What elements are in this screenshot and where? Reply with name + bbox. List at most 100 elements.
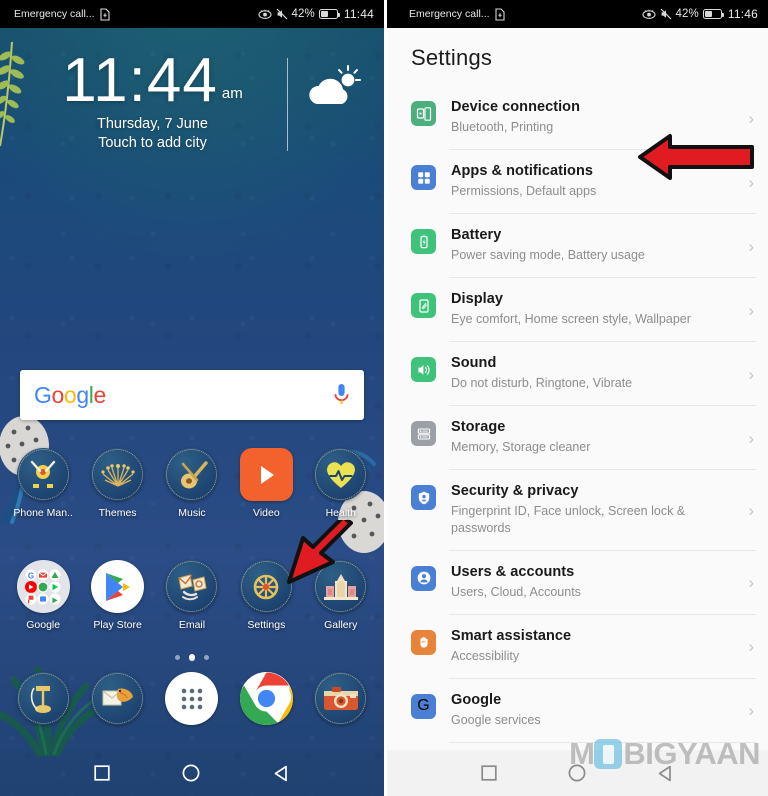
display-icon [411,293,436,318]
page-dot[interactable] [204,655,210,660]
dialer-icon [16,672,70,725]
dock-messaging[interactable]: Messaging [85,672,151,725]
app-label: Video [253,507,280,519]
chevron-right-icon: › [748,701,754,721]
chevron-right-icon: › [748,108,754,128]
back-triangle-icon[interactable] [657,765,674,782]
battery-percent-label: 42% [291,8,315,20]
home-circle-icon[interactable] [182,764,200,782]
settings-item-security-privacy[interactable]: Security & privacy Fingerprint ID, Face … [387,469,768,550]
settings-item-sound[interactable]: Sound Do not disturb, Ringtone, Vibrate … [387,341,768,405]
app-label: Gallery [324,619,358,631]
settings-item-google[interactable]: G Google Google services › [387,677,768,742]
app-settings[interactable]: Settings [233,560,299,631]
settings-item-text: Users & accounts Users, Cloud, Accounts [436,563,748,601]
settings-item-text: Smart assistance Accessibility [436,627,748,665]
settings-item-apps-notifications[interactable]: Apps & notifications Permissions, Defaul… [387,149,768,213]
svg-text:G: G [28,571,34,580]
dock-phone[interactable]: Phone [10,672,76,725]
app-health[interactable]: Health [308,448,374,519]
settings-item-title: Users & accounts [451,563,575,580]
microphone-icon[interactable] [333,383,350,408]
carrier-label: Emergency call... [409,8,490,20]
clock-time-row: 11:44 am [62,49,243,111]
chevron-right-icon: › [748,364,754,384]
app-music[interactable]: Music [159,448,225,519]
app-label: Phone Man.. [13,507,73,519]
settings-item-battery[interactable]: Battery Power saving mode, Battery usage… [387,213,768,277]
status-bar-right: 42% 11:46 [641,7,758,21]
settings-item-text: Security & privacy Fingerprint ID, Face … [436,482,748,537]
app-label: Music [178,507,206,519]
settings-item-display[interactable]: Display Eye comfort, Home screen style, … [387,277,768,341]
widget-ampm: am [221,85,243,103]
settings-item-device-connection[interactable]: Device connection Bluetooth, Printing › [387,85,768,149]
battery-percent-label: 42% [675,8,699,20]
app-drawer-icon [165,672,219,725]
home-circle-icon[interactable] [568,764,586,782]
widget-date: Thursday, 7 June [97,116,208,133]
dock-chrome[interactable]: Chrome [233,672,299,725]
clock-text-column: 11:44 am Thursday, 7 June Touch to add c… [22,49,283,151]
chevron-right-icon: › [748,573,754,593]
settings-item-text: Device connection Bluetooth, Printing [436,98,748,136]
users-accounts-icon [411,565,436,591]
google-folder-icon: G [16,560,70,613]
battery-icon [411,229,436,254]
settings-item-text: Apps & notifications Permissions, Defaul… [436,162,748,200]
settings-item-subtitle: Fingerprint ID, Face unlock, Screen lock… [451,504,686,535]
settings-item-storage[interactable]: Storage Memory, Storage cleaner › [387,405,768,469]
smart-assistance-icon [411,629,436,655]
google-logo: Google [34,381,106,408]
page-dot[interactable] [174,655,180,660]
chevron-right-icon: › [748,300,754,320]
email-icon [165,560,219,613]
settings-item-title: Storage [451,419,506,435]
settings-item-subtitle: Eye comfort, Home screen style, Wallpape… [451,312,691,327]
app-gallery[interactable]: Gallery [308,560,374,631]
page-title: Settings [387,28,768,85]
app-video[interactable]: Video [233,448,299,519]
status-bar-home: Emergency call... 42% 11:44 [0,0,384,28]
home-screen: Emergency call... 42% 11:44 11:44 am Thu… [0,0,384,796]
settings-item-text: Display Eye comfort, Home screen style, … [436,290,748,328]
dock-app-drawer[interactable]: App drawer [159,672,225,725]
messaging-icon [91,672,145,725]
app-phone-manager[interactable]: Phone Man.. [10,448,76,519]
camera-icon [314,672,368,725]
sim-card-icon [99,7,110,21]
status-bar-settings: Emergency call... 42% 11:46 [387,0,768,28]
page-dot-active[interactable] [188,654,196,661]
clock-label: 11:46 [727,7,758,21]
chevron-right-icon: › [748,236,754,256]
recents-square-icon[interactable] [94,765,110,781]
google-search-bar[interactable]: Google [20,370,364,420]
settings-item-subtitle: Power saving mode, Battery usage [451,248,645,263]
app-row-2: G Google Play Store Email Settings Galle… [0,560,384,631]
settings-item-text: Battery Power saving mode, Battery usage [436,226,748,264]
app-play-store[interactable]: Play Store [85,560,151,631]
health-icon [314,448,368,501]
page-indicator [0,654,384,661]
mute-icon [276,8,287,20]
gallery-icon [314,560,368,613]
dock-camera[interactable]: Camera [308,672,374,725]
app-themes[interactable]: Themes [85,448,151,519]
app-google-folder[interactable]: G Google [10,560,76,631]
settings-item-title: Battery [451,227,502,243]
google-icon: G [411,693,436,719]
settings-item-smart-assistance[interactable]: Smart assistance Accessibility › [387,613,768,678]
settings-item-subtitle: Bluetooth, Printing [451,120,554,135]
back-triangle-icon[interactable] [273,765,290,782]
clock-label: 11:44 [343,7,374,21]
play-store-icon [91,560,145,613]
widget-add-city[interactable]: Touch to add city [98,135,207,151]
battery-icon [318,9,341,19]
settings-item-text: Google Google services [436,691,748,729]
settings-item-users-accounts[interactable]: Users & accounts Users, Cloud, Accounts … [387,549,768,614]
app-label: Play Store [93,619,142,631]
settings-list: Device connection Bluetooth, Printing › [387,85,768,796]
recents-square-icon[interactable] [481,765,497,781]
clock-widget[interactable]: 11:44 am Thursday, 7 June Touch to add c… [0,49,384,152]
app-email[interactable]: Email [159,560,225,631]
